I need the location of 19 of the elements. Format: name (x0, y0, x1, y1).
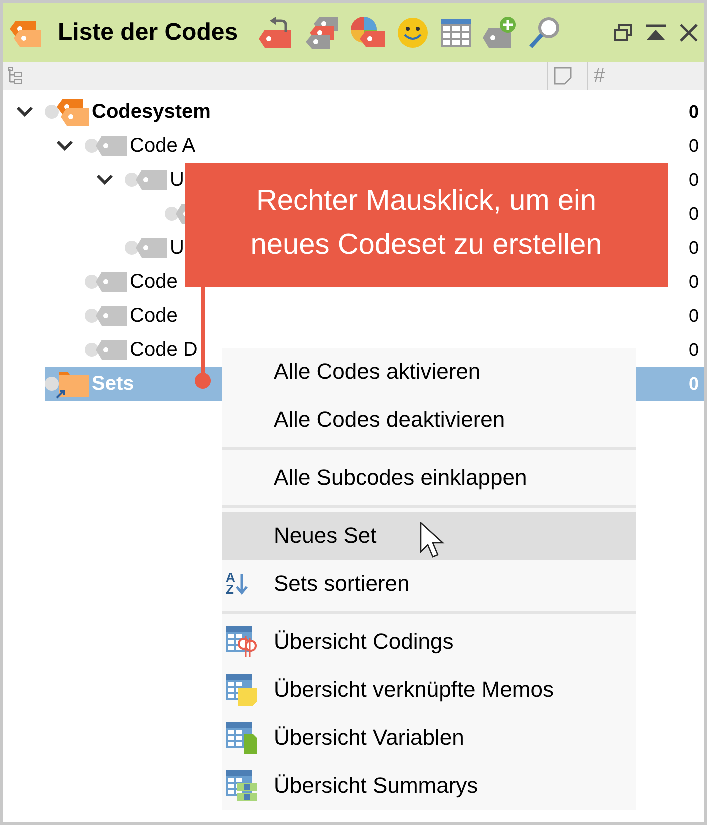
item-label: Code (130, 304, 178, 328)
count-text: 0 (688, 272, 699, 292)
item-label: Code A (130, 134, 196, 158)
count-text: 0 (688, 306, 699, 326)
window-title: Liste der Codes (58, 18, 238, 46)
callout-tooltip: Rechter Mausklick, um ein neues Codeset zu erstellen (185, 163, 668, 287)
item-label: Code (130, 270, 178, 294)
count-text: 0 (688, 102, 699, 122)
count-text: 0 (688, 136, 699, 156)
item-label: U (170, 236, 184, 260)
item-label: Sets (92, 372, 134, 396)
count-text: 0 (688, 170, 699, 190)
item-label: Code D (130, 338, 198, 362)
item-label: U (170, 168, 184, 192)
count-text: 0 (688, 204, 699, 224)
count-text: 0 (688, 340, 699, 360)
count-text: 0 (688, 374, 699, 394)
item-label: Codesystem (92, 100, 211, 124)
count-text: 0 (688, 238, 699, 258)
